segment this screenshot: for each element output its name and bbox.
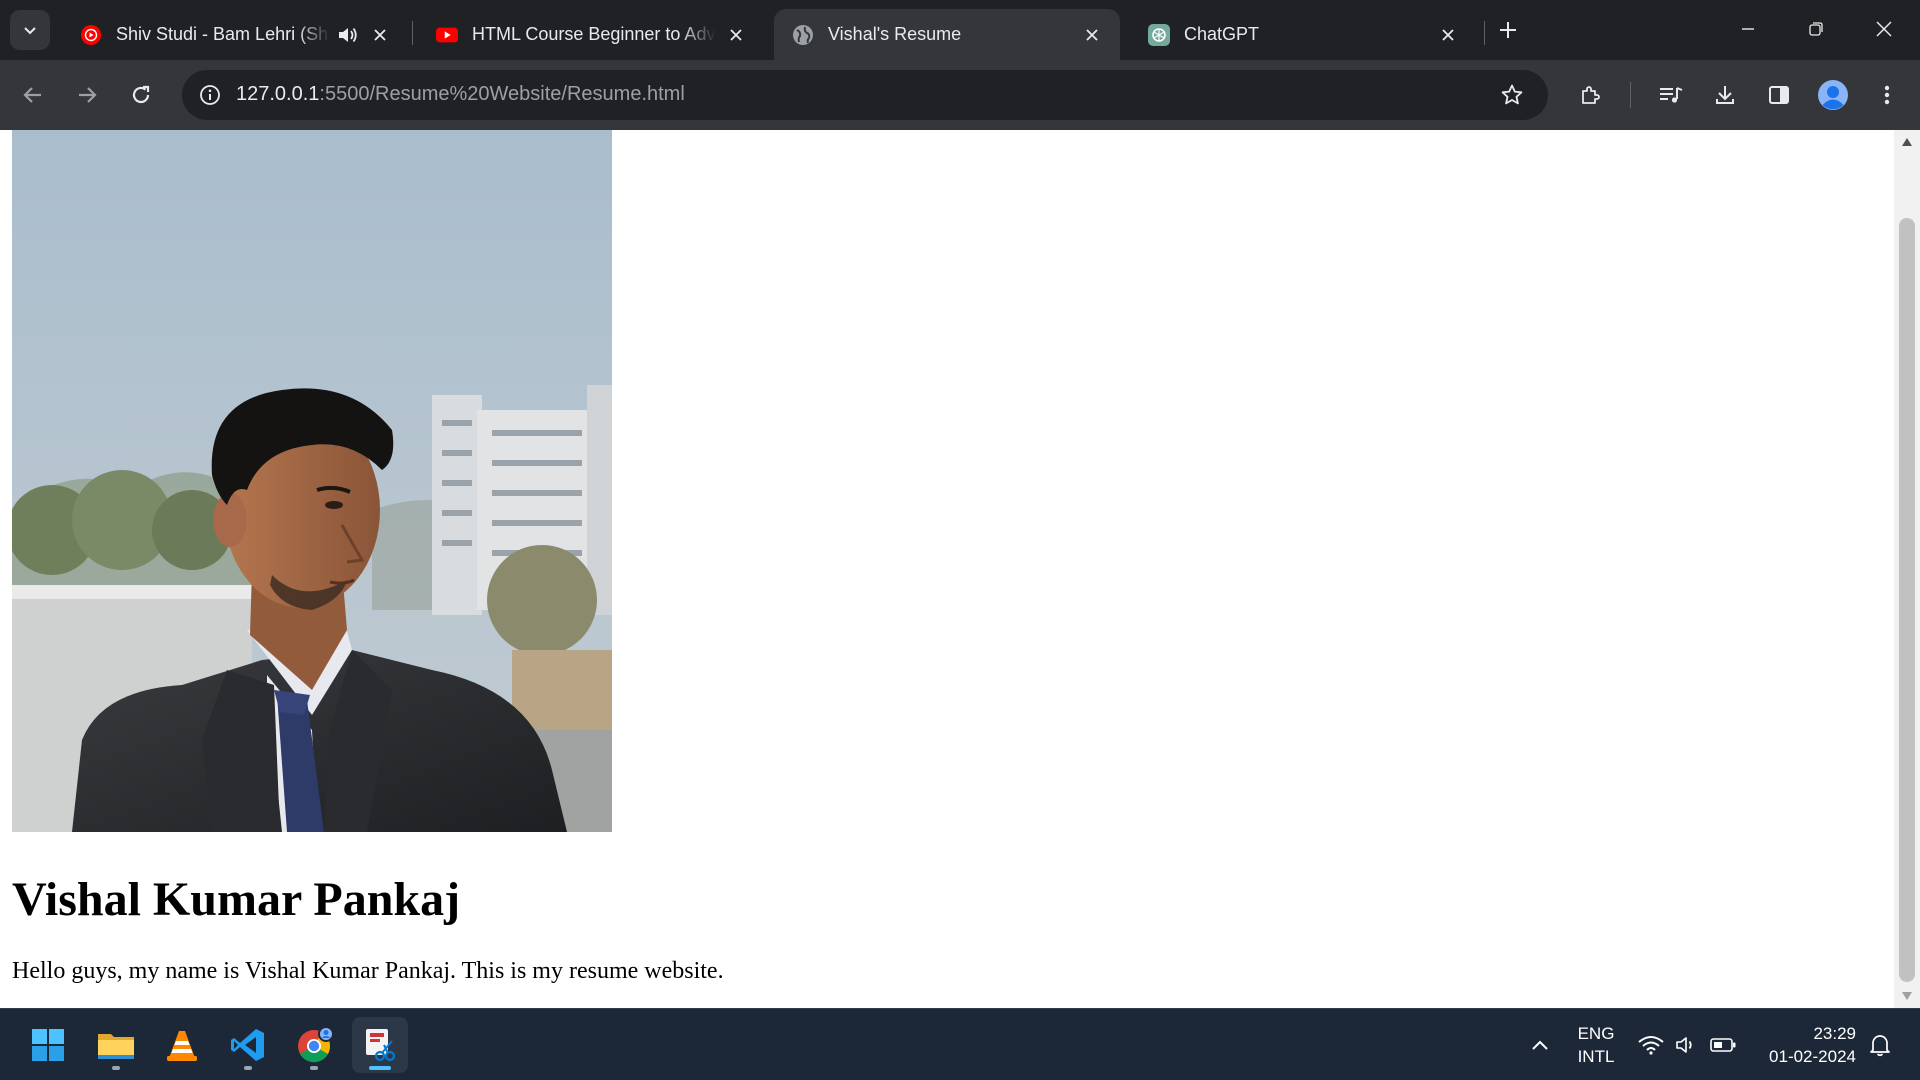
scroll-down-arrow-icon[interactable] — [1894, 984, 1920, 1008]
back-button[interactable] — [14, 76, 52, 114]
puzzle-icon — [1582, 86, 1600, 104]
youtube-icon — [436, 24, 458, 46]
menu-button[interactable] — [1868, 76, 1906, 114]
bell-icon — [1870, 1035, 1890, 1057]
tab-search-button[interactable] — [10, 10, 50, 50]
snipping-tool-icon — [366, 1029, 396, 1062]
running-indicator — [310, 1066, 318, 1070]
taskbar-chrome[interactable] — [286, 1017, 342, 1073]
windows-taskbar: ENG INTL 23:29 01-02-2024 — [0, 1008, 1920, 1080]
chatgpt-icon — [1148, 23, 1170, 46]
tab-strip: Shiv Studi - Bam Lehri (Shor HTML Course… — [0, 0, 1920, 60]
profile-button[interactable] — [1814, 76, 1852, 114]
wifi-status[interactable] — [1634, 1017, 1668, 1073]
clock-time: 23:29 — [1813, 1024, 1856, 1043]
start-button[interactable] — [20, 1017, 76, 1073]
globe-icon — [792, 24, 814, 46]
volume-status[interactable] — [1670, 1017, 1704, 1073]
running-indicator — [244, 1066, 252, 1070]
battery-icon — [1710, 1038, 1736, 1052]
restore-icon — [1809, 22, 1823, 36]
taskbar-file-explorer[interactable] — [88, 1017, 144, 1073]
notification-button[interactable] — [1862, 1017, 1898, 1073]
arrow-left-icon — [23, 87, 41, 103]
taskbar-vlc[interactable] — [154, 1017, 210, 1073]
close-window-button[interactable] — [1850, 0, 1918, 58]
taskbar-vscode[interactable] — [220, 1017, 276, 1073]
tab-close-icon[interactable] — [724, 23, 748, 47]
reload-button[interactable] — [122, 76, 160, 114]
system-clock[interactable]: 23:29 01-02-2024 — [1740, 1022, 1856, 1068]
tab-title: Vishal's Resume — [828, 24, 962, 44]
vlc-icon — [167, 1031, 197, 1061]
extensions-button[interactable] — [1572, 76, 1610, 114]
new-tab-button[interactable] — [1492, 14, 1524, 46]
close-icon — [1876, 21, 1892, 37]
kebab-menu-icon — [1884, 85, 1890, 105]
tab-title: Shiv Studi - Bam Lehri (Shor — [116, 24, 330, 44]
windows-start-icon — [32, 1029, 64, 1061]
toolbar-separator — [1630, 82, 1631, 108]
portrait-photo — [12, 130, 612, 832]
site-info-icon[interactable] — [194, 79, 226, 111]
tab-title: ChatGPT — [1184, 24, 1260, 44]
tab-separator — [412, 21, 413, 45]
url-path: :5500/Resume%20Website/Resume.html — [319, 83, 685, 105]
chevron-up-icon — [1532, 1040, 1548, 1050]
avatar-icon — [1818, 80, 1848, 110]
clock-date: 01-02-2024 — [1769, 1047, 1856, 1066]
browser-toolbar: 127.0.0.1:5500/Resume%20Website/Resume.h… — [0, 60, 1920, 130]
side-panel-icon — [1769, 86, 1789, 104]
battery-status[interactable] — [1706, 1017, 1740, 1073]
show-hidden-icons-button[interactable] — [1522, 1017, 1558, 1073]
youtube-music-icon — [80, 24, 102, 46]
volume-icon — [1676, 1037, 1692, 1053]
forward-button[interactable] — [68, 76, 106, 114]
tab-title: HTML Course Beginner to Adva — [472, 24, 716, 44]
running-indicator — [369, 1066, 391, 1070]
tab-shiv-studi[interactable]: Shiv Studi - Bam Lehri (Shor — [62, 9, 408, 60]
tab-close-icon[interactable] — [368, 23, 392, 47]
wifi-icon — [1638, 1036, 1664, 1055]
vertical-scrollbar[interactable] — [1894, 130, 1920, 1008]
url-host: 127.0.0.1 — [236, 83, 320, 105]
intro-paragraph: Hello guys, my name is Vishal Kumar Pank… — [12, 958, 724, 984]
url-text: 127.0.0.1:5500/Resume%20Website/Resume.h… — [236, 83, 685, 106]
keyboard-layout: INTL — [1577, 1047, 1615, 1066]
chevron-down-icon — [24, 27, 36, 35]
file-explorer-icon — [98, 1034, 134, 1059]
minimize-icon — [1742, 28, 1754, 30]
side-panel-button[interactable] — [1760, 76, 1798, 114]
plus-icon — [1500, 22, 1516, 38]
download-icon — [1716, 86, 1734, 104]
profile-photo — [12, 130, 612, 832]
page-viewport: Vishal Kumar Pankaj Hello guys, my name … — [0, 130, 1894, 1008]
reload-icon — [132, 85, 150, 104]
tab-chatgpt[interactable]: ChatGPT — [1130, 9, 1476, 60]
playlist-music-icon — [1660, 87, 1683, 103]
running-indicator — [112, 1066, 120, 1070]
page-heading: Vishal Kumar Pankaj — [12, 873, 461, 926]
restore-button[interactable] — [1782, 0, 1850, 58]
downloads-button[interactable] — [1706, 76, 1744, 114]
bookmark-star-icon[interactable] — [1496, 79, 1528, 111]
chrome-icon — [298, 1026, 334, 1063]
tab-html-course[interactable]: HTML Course Beginner to Adva — [418, 9, 764, 60]
tab-close-icon[interactable] — [1080, 23, 1104, 47]
address-bar[interactable]: 127.0.0.1:5500/Resume%20Website/Resume.h… — [182, 70, 1548, 120]
scrollbar-thumb[interactable] — [1899, 218, 1915, 982]
speaker-icon[interactable] — [336, 23, 360, 47]
tab-vishals-resume[interactable]: Vishal's Resume — [774, 9, 1120, 60]
tab-close-icon[interactable] — [1436, 23, 1460, 47]
tab-separator — [1484, 21, 1485, 45]
language-indicator[interactable]: ENG INTL — [1566, 1022, 1626, 1068]
media-control-button[interactable] — [1652, 76, 1690, 114]
scroll-up-arrow-icon[interactable] — [1894, 130, 1920, 154]
vscode-icon — [231, 1029, 264, 1061]
minimize-button[interactable] — [1714, 0, 1782, 58]
taskbar-snipping-tool[interactable] — [352, 1017, 408, 1073]
language-code: ENG — [1577, 1024, 1615, 1043]
arrow-right-icon — [79, 87, 97, 103]
